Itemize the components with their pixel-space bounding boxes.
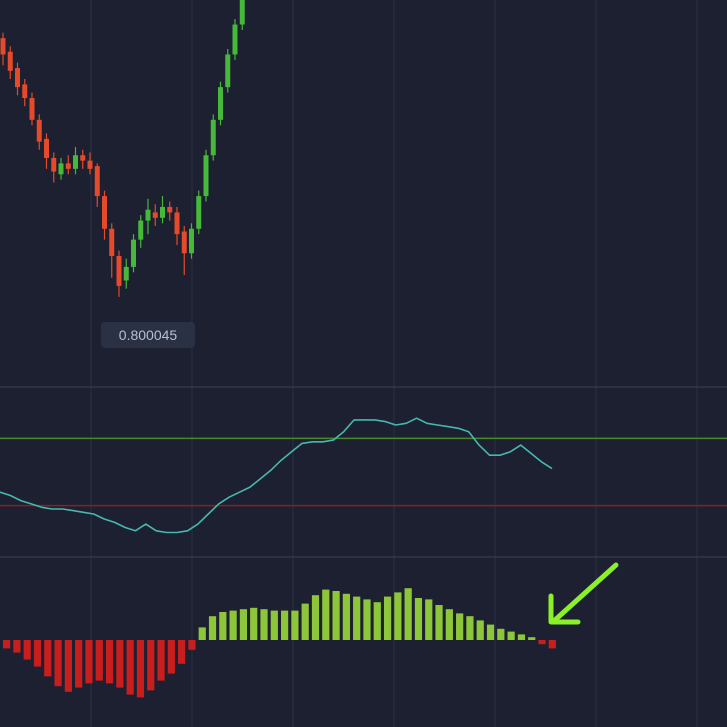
histogram-bar-42 [435,605,443,640]
histogram-bar-9 [95,640,103,681]
candle-body-32 [232,24,238,55]
candle-body-6 [44,138,49,158]
histogram-bar-47 [486,624,495,640]
candle-body-3 [22,84,28,99]
candle-body-8 [58,163,64,175]
histogram-bar-46 [476,620,484,640]
candle-body-31 [225,54,231,88]
histogram-bar-19 [198,627,206,640]
histogram-bar-39 [404,588,412,640]
candle-body-29 [210,119,216,156]
histogram-bar-10 [105,640,114,684]
histogram-bar-28 [291,610,299,640]
histogram-bar-53 [548,640,556,649]
histogram-bar-3 [33,640,42,667]
histogram-bar-7 [75,640,83,688]
histogram-bar-4 [44,640,52,677]
histogram-bar-52 [538,640,546,645]
candle-body-21 [152,212,158,218]
histogram-bar-27 [281,610,289,640]
candle-body-24 [174,212,180,235]
candle-body-18 [131,239,136,267]
candle-body-1 [7,51,13,71]
histogram-bar-21 [219,612,227,640]
histogram-bar-35 [363,599,371,640]
candle-body-20 [145,209,151,221]
histogram-bar-37 [383,596,392,640]
histogram-bar-18 [188,640,196,650]
histogram-bar-25 [260,609,268,640]
trading-chart[interactable]: 0.800045 [0,0,727,727]
histogram-bar-32 [332,591,340,640]
histogram-bar-48 [497,628,505,640]
candle-body-28 [203,155,209,197]
histogram-bar-0 [3,640,11,649]
histogram-bar-5 [54,640,62,687]
histogram-bar-44 [456,613,464,640]
candle-body-22 [160,206,165,218]
candle-body-7 [51,157,57,172]
histogram-bar-43 [445,609,453,640]
histogram-bar-26 [270,610,278,640]
candle-body-17 [123,266,129,281]
candle-body-10 [73,155,78,169]
histogram-bar-34 [353,596,361,640]
candle-body-9 [65,163,71,169]
histogram-bar-41 [425,599,433,640]
candle-body-2 [15,68,20,88]
histogram-bar-24 [250,607,258,640]
histogram-bar-6 [64,640,72,692]
candle-body-27 [196,196,202,229]
histogram-bar-15 [157,640,165,681]
histogram-bar-23 [239,609,248,640]
histogram-bar-29 [301,603,309,640]
histogram-bar-30 [311,595,320,640]
candle-body-15 [109,228,115,256]
candle-body-11 [80,155,86,161]
histogram-bar-2 [23,640,31,660]
histogram-bar-33 [342,593,350,640]
candle-body-4 [29,98,35,120]
histogram-bar-22 [229,610,237,640]
histogram-bar-16 [167,640,175,674]
histogram-bar-40 [414,598,423,640]
candle-body-0 [0,38,6,55]
candle-body-23 [167,206,173,213]
candle-body-12 [87,160,93,169]
histogram-bar-17 [178,640,186,664]
histogram-bar-12 [126,640,134,695]
candle-body-30 [218,87,223,120]
price-label-text: 0.800045 [119,327,178,343]
candle-body-33 [239,0,245,25]
histogram-bar-14 [147,640,155,691]
candle-body-19 [138,220,144,240]
histogram-bar-20 [208,616,217,640]
histogram-bar-50 [517,634,526,640]
histogram-bar-45 [466,616,474,640]
candle-body-13 [94,166,100,197]
price-label: 0.800045 [101,322,195,348]
candle-body-25 [181,231,187,254]
histogram-bar-36 [373,602,381,640]
candle-body-26 [189,228,194,254]
candle-body-5 [36,119,42,142]
histogram-bar-13 [136,640,145,698]
histogram-bar-11 [116,640,124,688]
histogram-bar-8 [85,640,93,684]
candle-body-14 [102,196,107,229]
histogram-bar-49 [507,631,515,640]
histogram-bar-31 [322,589,330,640]
histogram-bar-51 [528,637,536,640]
candle-body-16 [116,255,122,286]
histogram-bar-1 [13,640,21,653]
histogram-bar-38 [394,592,402,640]
